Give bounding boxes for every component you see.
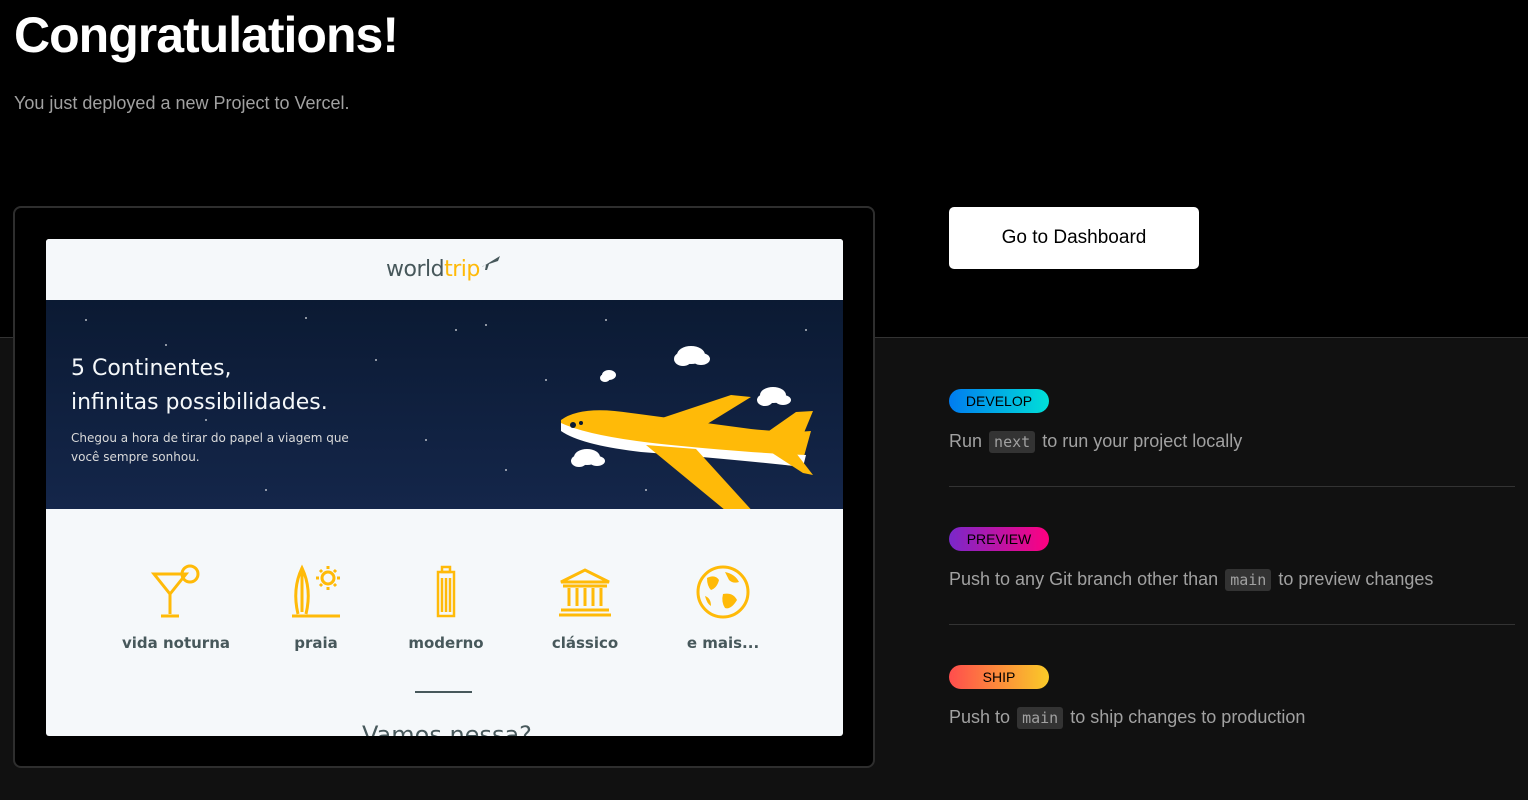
- globe-icon: [696, 565, 750, 619]
- travel-type-label: moderno: [408, 634, 484, 652]
- logo-airplane-icon: [482, 256, 500, 270]
- step-code: main: [1017, 707, 1064, 730]
- step-text-after: to ship changes to production: [1070, 707, 1306, 727]
- cocktail-icon: [150, 564, 200, 618]
- page-subtitle: You just deployed a new Project to Verce…: [14, 93, 350, 113]
- museum-icon: [559, 568, 611, 617]
- travel-type-label: vida noturna: [121, 634, 231, 652]
- deployment-preview-card[interactable]: worldtrip 5 Continentes, infinitas possi…: [13, 206, 875, 768]
- step-develop-text: Run next to run your project locally: [949, 431, 1515, 454]
- travel-type-label: praia: [294, 634, 338, 652]
- step-divider: [949, 486, 1515, 487]
- ship-badge: SHIP: [949, 665, 1049, 689]
- banner-text: Chegou a hora de tirar do papel a viagem…: [71, 431, 349, 464]
- travel-type-item: e mais...: [653, 564, 793, 652]
- step-code: next: [989, 431, 1036, 454]
- step-text-before: Push to any Git branch other than: [949, 569, 1219, 589]
- preview-site-header: worldtrip: [46, 239, 843, 300]
- page-title: Congratulations!: [14, 7, 399, 63]
- preview-badge: PREVIEW: [949, 527, 1049, 551]
- travel-type-item: praia: [246, 564, 386, 652]
- step-ship-text: Push to main to ship changes to producti…: [949, 707, 1515, 730]
- banner-title-line-1: 5 Continentes,: [71, 356, 232, 381]
- travel-type-label: clássico: [551, 634, 619, 652]
- step-preview-text: Push to any Git branch other than main t…: [949, 569, 1515, 592]
- step-text-before: Push to: [949, 707, 1011, 727]
- go-to-dashboard-button[interactable]: Go to Dashboard: [949, 207, 1199, 269]
- step-code: main: [1225, 569, 1272, 592]
- travel-types: vida noturna praia moderno clássico e ma…: [46, 564, 843, 664]
- airplane-illustration-icon: [561, 346, 813, 509]
- step-develop: DEVELOP Run next to run your project loc…: [949, 389, 1515, 454]
- step-text-after: to run your project locally: [1042, 431, 1243, 451]
- travel-type-label: e mais...: [686, 634, 760, 652]
- logo-text-main: world: [386, 257, 445, 282]
- call-to-action-heading: Vamos nessa?: [362, 721, 532, 736]
- travel-type-item: moderno: [376, 564, 516, 652]
- section-divider: [415, 691, 472, 693]
- step-ship: SHIP Push to main to ship changes to pro…: [949, 665, 1515, 730]
- step-divider: [949, 624, 1515, 625]
- step-text-after: to preview changes: [1278, 569, 1434, 589]
- preview-site-banner: 5 Continentes, infinitas possibilidades.…: [46, 300, 843, 509]
- building-icon: [436, 565, 456, 618]
- develop-badge: DEVELOP: [949, 389, 1049, 413]
- logo-text-accent: trip: [444, 257, 480, 282]
- step-text-before: Run: [949, 431, 983, 451]
- deployment-screenshot[interactable]: worldtrip 5 Continentes, infinitas possi…: [46, 239, 843, 736]
- preview-site-logo: worldtrip: [386, 257, 480, 282]
- travel-type-item: vida noturna: [106, 564, 246, 652]
- step-preview: PREVIEW Push to any Git branch other tha…: [949, 527, 1515, 592]
- banner-title-line-2: infinitas possibilidades.: [71, 390, 328, 415]
- surf-icon: [292, 564, 340, 618]
- travel-type-item: clássico: [515, 564, 655, 652]
- banner-title: 5 Continentes, infinitas possibilidades.: [71, 352, 328, 420]
